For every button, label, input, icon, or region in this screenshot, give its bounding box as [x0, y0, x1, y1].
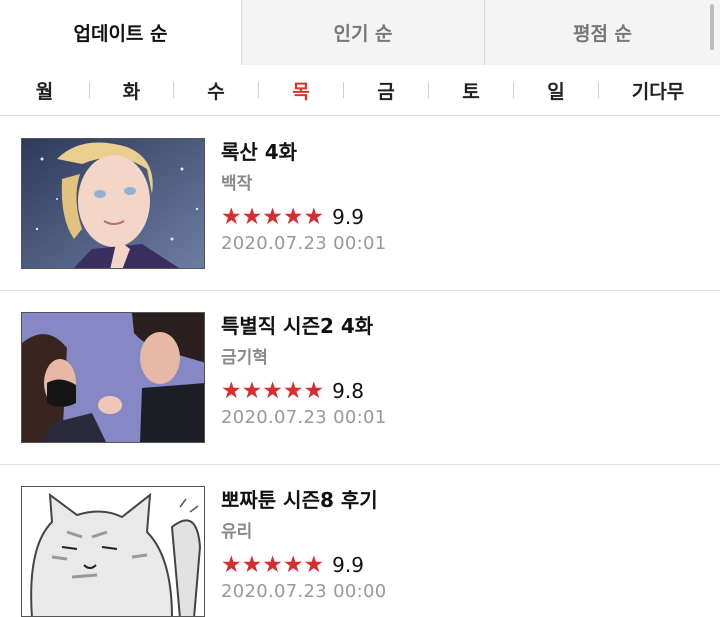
comic-info: 특별직 시즌2 4화 금기혁 ★ ★ ★ ★ ★ 9.8 2020.07.23 00:0…	[221, 313, 386, 430]
day-tab-tue[interactable]: 화	[90, 65, 173, 116]
day-tab-sat[interactable]: 토	[429, 65, 513, 116]
sort-tab-popular[interactable]: 인기 순	[241, 0, 484, 65]
comic-list: 록산 4화 백작 ★★★★★ 9.9 2020.07.23 00:01	[0, 117, 720, 617]
star-rating: ★ ★ ★ ★ ★	[221, 378, 324, 404]
star-icon: ★	[282, 204, 304, 230]
comic-title: 록산 4화	[221, 140, 298, 164]
comic-info: 뽀짜툰 시즌8 후기 유리 ★ ★ ★ ★ ★ 9.9 2020.07.23 00:00	[221, 487, 386, 604]
star-icon: ★	[262, 378, 283, 404]
list-item[interactable]: 록산 4화 백작 ★ ★ ★ ★ ★ 9.9 2020.07.23 00:01	[0, 117, 720, 291]
star-icon: ★	[221, 204, 242, 230]
update-date: 2020.07.23 00:01	[221, 407, 387, 428]
comic-title: 특별직 시즌2 4화	[221, 314, 374, 338]
comic-info: 록산 4화 백작 ★ ★ ★ ★ ★ 9.9 2020.07.23 00:01	[221, 139, 386, 256]
scrollbar[interactable]	[710, 4, 714, 50]
day-tab-thu[interactable]: 목	[259, 65, 343, 116]
star-rating: ★ ★ ★ ★ ★	[221, 552, 324, 578]
day-tab-wed[interactable]: 수	[174, 65, 258, 116]
star-rating: ★ ★ ★ ★ ★	[221, 204, 324, 230]
list-item[interactable]: 뽀짜툰 시즌8 후기 유리 ★ ★ ★ ★ ★ 9.9 2020.07.23 00:00	[0, 465, 720, 617]
star-icon: ★	[303, 378, 325, 404]
sort-tab-update[interactable]: 업데이트 순	[0, 0, 241, 65]
star-icon: ★	[241, 378, 263, 404]
comic-author: 금기혁	[221, 348, 268, 368]
day-tabs: 월 화 수 목 금 토 일 기다무	[0, 65, 720, 116]
comic-title: 뽀짜툰 시즌8 후기	[221, 488, 378, 512]
sort-tabs: 업데이트 순 인기 순 평점 순	[0, 0, 720, 65]
star-icon: ★	[221, 552, 242, 578]
comic-thumbnail[interactable]	[21, 312, 205, 443]
star-icon: ★	[282, 552, 304, 578]
comic-thumbnail[interactable]	[21, 486, 205, 617]
update-date: 2020.07.23 00:01	[221, 233, 387, 254]
star-icon: ★	[221, 378, 242, 404]
day-tab-waitfree[interactable]: 기다무	[599, 65, 717, 116]
day-tab-mon[interactable]: 월	[0, 65, 89, 116]
rating-score: 9.9	[332, 553, 364, 577]
star-icon: ★	[241, 552, 263, 578]
rating: ★ ★ ★ ★ ★ 9.9	[221, 204, 386, 230]
sort-tab-rating[interactable]: 평점 순	[484, 0, 720, 65]
star-icon: ★	[282, 378, 304, 404]
rating-score: 9.9	[332, 205, 364, 229]
comic-thumbnail[interactable]	[21, 138, 205, 269]
star-icon: ★	[241, 204, 263, 230]
star-icon: ★	[303, 204, 325, 230]
day-tab-sun[interactable]: 일	[514, 65, 598, 116]
star-icon: ★	[262, 204, 283, 230]
rating: ★ ★ ★ ★ ★ 9.9	[221, 552, 386, 578]
rating: ★ ★ ★ ★ ★ 9.8	[221, 378, 386, 404]
list-item[interactable]: 특별직 시즌2 4화 금기혁 ★ ★ ★ ★ ★ 9.8 2020.07.23 00:0…	[0, 291, 720, 465]
comic-author: 백작	[221, 174, 253, 194]
rating-score: 9.8	[332, 379, 364, 403]
day-tab-fri[interactable]: 금	[344, 65, 428, 116]
update-date: 2020.07.23 00:00	[221, 581, 387, 602]
star-icon: ★	[262, 552, 283, 578]
star-icon: ★	[303, 552, 325, 578]
comic-author: 유리	[221, 522, 253, 542]
